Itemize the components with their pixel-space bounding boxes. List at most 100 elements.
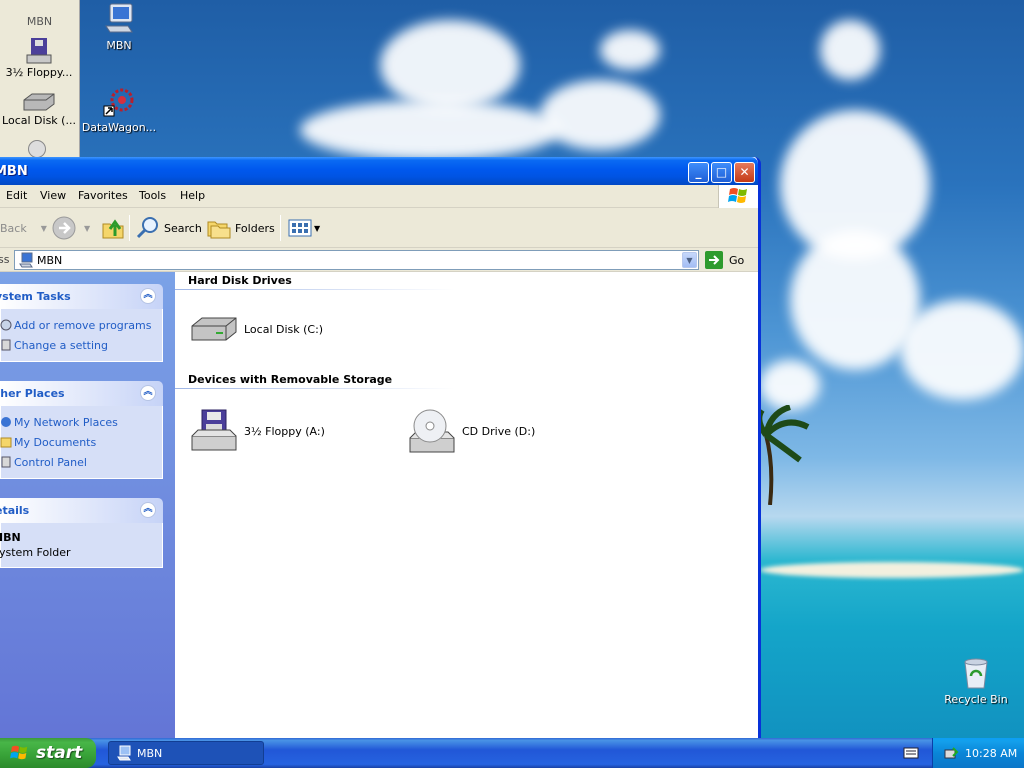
drive-floppy-a[interactable]: 3½ Floppy (A:) — [190, 408, 325, 454]
address-input[interactable]: MBN ▼ — [14, 250, 699, 270]
desktop-icon-label: DataWagon... — [81, 121, 157, 134]
menu-help[interactable]: Help — [180, 189, 205, 202]
local-disk-label: Local Disk (... — [2, 114, 76, 127]
desktop-icon-recycle-bin[interactable]: Recycle Bin — [938, 656, 1014, 706]
group-header-hard-disk-drives: Hard Disk Drives — [188, 274, 292, 287]
menu-tools[interactable]: Tools — [139, 189, 166, 202]
system-tasks-title: ystem Tasks — [0, 290, 71, 303]
task-label: Add or remove programs — [14, 318, 152, 332]
background-window[interactable]: MBN 3½ Floppy... Local Disk (... — [0, 0, 80, 160]
desktop-icon-mbn[interactable]: MBN — [81, 2, 157, 52]
forward-button[interactable]: ▼ — [52, 214, 90, 242]
address-dropdown-button[interactable]: ▼ — [682, 252, 697, 268]
up-folder-button[interactable] — [101, 214, 125, 242]
place-control-panel[interactable]: Control Panel — [0, 452, 158, 472]
recycle-bin-icon — [964, 658, 988, 689]
task-add-remove-programs[interactable]: Add or remove programs — [0, 315, 158, 335]
taskbar: start MBN 10:28 AM — [0, 738, 1024, 768]
place-my-documents[interactable]: My Documents — [0, 432, 158, 452]
back-button[interactable]: Back ▼ — [0, 214, 47, 242]
up-folder-icon — [102, 219, 124, 239]
control-panel-icon — [0, 455, 14, 469]
keyboard-icon[interactable] — [903, 746, 919, 760]
forward-arrow-icon — [52, 216, 76, 240]
task-change-setting[interactable]: Change a setting — [0, 335, 158, 355]
views-button[interactable]: ▼ — [288, 214, 320, 242]
address-label: ss — [0, 253, 10, 266]
search-button[interactable]: Search — [136, 214, 202, 242]
details-title: etails — [0, 504, 30, 517]
system-tray: 10:28 AM — [932, 738, 1024, 768]
windows-flag-icon — [10, 745, 28, 760]
local-disk-item[interactable]: Local Disk (... — [0, 92, 78, 127]
address-bar: ss MBN ▼ Go — [0, 248, 758, 272]
views-icon — [288, 219, 312, 237]
go-arrow-icon — [705, 251, 723, 269]
details-header[interactable]: etails ︽ — [0, 498, 163, 523]
toolbar: Back ▼ ▼ Search Folders ▼ — [0, 208, 758, 248]
place-label: Control Panel — [14, 455, 87, 469]
collapse-icon[interactable]: ︽ — [140, 385, 156, 401]
details-body: IBN ystem Folder — [0, 523, 163, 568]
safely-remove-hardware-icon[interactable] — [943, 745, 959, 761]
windows-flag-icon — [728, 188, 747, 203]
network-places-icon — [0, 415, 14, 429]
other-places-title: ther Places — [0, 387, 65, 400]
content-area: Hard Disk Drives Local Disk (C:) Devices… — [175, 272, 758, 740]
place-label: My Network Places — [14, 415, 118, 429]
back-dropdown-icon[interactable]: ▼ — [41, 224, 47, 233]
search-icon — [136, 217, 158, 239]
details-type: ystem Folder — [0, 546, 71, 559]
system-tasks-panel: ystem Tasks ︽ Add or remove programs Cha… — [0, 284, 163, 362]
cloud — [300, 100, 560, 160]
background-window-title: MBN — [26, 15, 53, 28]
back-label: Back — [0, 221, 27, 235]
folders-label: Folders — [235, 221, 275, 235]
start-button[interactable]: start — [0, 738, 96, 768]
other-places-header[interactable]: ther Places ︽ — [0, 381, 163, 406]
title-bar[interactable]: MBN _ □ ✕ — [0, 157, 758, 185]
details-panel: etails ︽ IBN ystem Folder — [0, 498, 163, 568]
floppy-drive-icon — [26, 38, 52, 64]
drive-label: Local Disk (C:) — [244, 322, 324, 336]
views-dropdown-icon[interactable]: ▼ — [314, 224, 320, 233]
menu-edit[interactable]: Edit — [6, 189, 27, 202]
drive-local-disk-c[interactable]: Local Disk (C:) — [190, 314, 323, 344]
details-name: IBN — [0, 531, 21, 544]
desktop-icon-label: Recycle Bin — [944, 693, 1008, 706]
my-computer-small-icon — [117, 745, 131, 761]
floppy-label: 3½ Floppy... — [5, 66, 73, 79]
floppy-item[interactable]: 3½ Floppy... — [0, 36, 78, 79]
other-places-body: My Network Places My Documents Control P… — [0, 406, 163, 479]
menu-view[interactable]: View — [40, 189, 66, 202]
place-my-network-places[interactable]: My Network Places — [0, 412, 158, 432]
system-tasks-header[interactable]: ystem Tasks ︽ — [0, 284, 163, 309]
maximize-button[interactable]: □ — [711, 162, 732, 183]
desktop-icon-datawagon[interactable]: DataWagon... — [81, 86, 157, 134]
control-panel-icon — [0, 338, 14, 352]
minimize-button[interactable]: _ — [688, 162, 709, 183]
forward-dropdown-icon[interactable]: ▼ — [84, 224, 90, 233]
toolbar-separator — [280, 215, 281, 241]
folders-button[interactable]: Folders — [207, 214, 275, 242]
collapse-icon[interactable]: ︽ — [140, 502, 156, 518]
task-pane: ystem Tasks ︽ Add or remove programs Cha… — [0, 272, 175, 740]
maximize-icon: □ — [715, 165, 728, 179]
go-button[interactable]: Go — [705, 251, 744, 269]
taskbar-button-mbn[interactable]: MBN — [108, 741, 264, 765]
add-remove-programs-icon — [0, 318, 14, 332]
close-button[interactable]: ✕ — [734, 162, 755, 183]
cloud — [760, 360, 820, 410]
task-label: Change a setting — [14, 338, 108, 352]
my-documents-icon — [0, 435, 14, 449]
menu-favorites[interactable]: Favorites — [78, 189, 128, 202]
cd-icon — [28, 140, 46, 158]
folders-icon — [207, 221, 231, 239]
drive-cd-d[interactable]: CD Drive (D:) — [408, 408, 535, 454]
minimize-icon: _ — [695, 165, 702, 179]
my-computer-small-icon — [19, 252, 33, 268]
start-label: start — [36, 743, 83, 763]
clock[interactable]: 10:28 AM — [965, 747, 1017, 760]
window-title: MBN — [0, 164, 28, 179]
collapse-icon[interactable]: ︽ — [140, 288, 156, 304]
